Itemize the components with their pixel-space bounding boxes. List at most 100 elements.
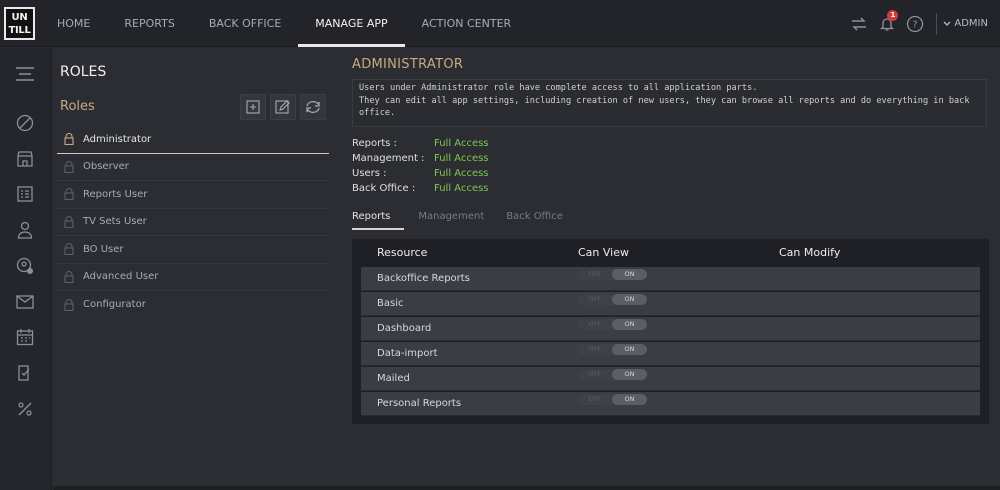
can-view-toggle[interactable]: OFF ON xyxy=(578,294,647,305)
toggle-off: OFF xyxy=(588,320,602,328)
access-value: Full Access xyxy=(434,138,489,149)
menu-icon[interactable] xyxy=(15,64,35,84)
logo-line-1: UN xyxy=(11,12,28,23)
table-row: Data-import OFF ON xyxy=(361,342,980,366)
permission-tabs: Reports Management Back Office xyxy=(352,208,585,230)
toggle-on: ON xyxy=(612,369,647,380)
main-nav: HOME REPORTS BACK OFFICE MANAGE APP ACTI… xyxy=(40,0,528,47)
toggle-off: OFF xyxy=(588,345,602,353)
role-label: Administrator xyxy=(83,133,152,145)
role-item-observer[interactable]: Observer xyxy=(57,154,329,181)
resource-name: Personal Reports xyxy=(377,398,462,409)
calendar-icon[interactable] xyxy=(15,327,35,347)
top-divider xyxy=(936,12,938,35)
role-description: Users under Administrator role have comp… xyxy=(352,79,987,127)
discount-icon[interactable] xyxy=(15,399,35,419)
role-item-administrator[interactable]: Administrator xyxy=(57,126,329,154)
role-item-reports-user[interactable]: Reports User xyxy=(57,181,329,209)
role-label: Configurator xyxy=(83,299,146,311)
table-row: Backoffice Reports OFF ON xyxy=(361,267,980,291)
lock-icon xyxy=(63,160,75,173)
access-value: Full Access xyxy=(434,153,489,164)
untill-logo[interactable]: UN TILL xyxy=(4,7,35,40)
access-key: Reports : xyxy=(352,138,397,149)
role-list: Administrator Observer Reports User TV S… xyxy=(57,126,329,319)
toggle-on: ON xyxy=(612,344,647,355)
transfer-icon[interactable] xyxy=(850,15,868,33)
user-settings-icon[interactable] xyxy=(15,256,35,276)
user-icon[interactable] xyxy=(15,220,35,240)
access-value: Full Access xyxy=(434,183,489,194)
icon-rail xyxy=(0,48,52,490)
table-row: Dashboard OFF ON xyxy=(361,317,980,341)
resource-name: Dashboard xyxy=(377,323,432,334)
header-can-view: Can View xyxy=(578,246,629,259)
bell-icon[interactable]: 1 xyxy=(878,9,899,33)
resource-name: Data-import xyxy=(377,348,438,359)
toggle-off: OFF xyxy=(588,295,602,303)
lock-icon xyxy=(63,243,75,256)
checklist-icon[interactable] xyxy=(15,363,35,383)
header-can-modify: Can Modify xyxy=(779,246,841,259)
user-label: ADMIN xyxy=(954,18,988,29)
top-right-controls: 1 ? ADMIN xyxy=(840,0,988,47)
role-item-tv-sets-user[interactable]: TV Sets User xyxy=(57,209,329,236)
refresh-icon xyxy=(306,101,320,113)
access-summary: Reports : Full Access Management : Full … xyxy=(352,136,489,196)
top-bar: UN TILL HOME REPORTS BACK OFFICE MANAGE … xyxy=(0,0,1000,47)
store-icon[interactable] xyxy=(15,149,35,169)
can-view-toggle[interactable]: OFF ON xyxy=(578,344,647,355)
table-header: Resource Can View Can Modify xyxy=(377,244,977,264)
table-row: Personal Reports OFF ON xyxy=(361,392,980,416)
role-label: BO User xyxy=(83,243,124,255)
edit-icon xyxy=(275,100,290,114)
user-menu[interactable]: ADMIN xyxy=(943,18,988,29)
notification-badge: 1 xyxy=(887,9,899,21)
access-key: Management : xyxy=(352,153,425,164)
access-row-management: Management : Full Access xyxy=(352,151,489,166)
role-item-bo-user[interactable]: BO User xyxy=(57,236,329,264)
role-item-configurator[interactable]: Configurator xyxy=(57,291,329,319)
edit-role-button[interactable] xyxy=(270,94,296,120)
nav-action-center[interactable]: ACTION CENTER xyxy=(405,0,529,47)
toggle-off: OFF xyxy=(588,395,602,403)
compass-icon[interactable] xyxy=(15,113,35,133)
tab-back-office[interactable]: Back Office xyxy=(506,208,563,230)
roles-panel: ROLES Roles Administrator Observer Repor… xyxy=(53,48,338,490)
description-line-1: Users under Administrator role have comp… xyxy=(359,83,758,93)
help-icon[interactable]: ? xyxy=(906,15,924,33)
tab-reports[interactable]: Reports xyxy=(352,208,405,230)
resource-name: Backoffice Reports xyxy=(377,273,470,284)
roles-heading: ROLES xyxy=(60,64,107,80)
description-line-3: office. xyxy=(359,108,396,118)
can-view-toggle[interactable]: OFF ON xyxy=(578,319,647,330)
nav-manage-app[interactable]: MANAGE APP xyxy=(298,0,405,47)
nav-back-office[interactable]: BACK OFFICE xyxy=(192,0,298,47)
can-view-toggle[interactable]: OFF ON xyxy=(578,269,647,280)
tab-management[interactable]: Management xyxy=(418,208,484,230)
add-role-button[interactable] xyxy=(240,94,266,120)
description-line-2: They can edit all app settings, includin… xyxy=(359,95,970,106)
nav-reports[interactable]: REPORTS xyxy=(107,0,191,47)
role-label: Reports User xyxy=(83,188,148,200)
resource-name: Mailed xyxy=(377,373,410,384)
svg-text:?: ? xyxy=(913,19,918,30)
mail-icon[interactable] xyxy=(15,292,35,312)
lock-icon xyxy=(63,133,75,146)
cash-register-icon[interactable] xyxy=(15,184,35,204)
can-view-toggle[interactable]: OFF ON xyxy=(578,369,647,380)
roles-toolbar xyxy=(240,94,330,120)
role-label: Observer xyxy=(83,161,129,173)
nav-home[interactable]: HOME xyxy=(40,0,107,47)
toggle-on: ON xyxy=(612,319,647,330)
toggle-on: ON xyxy=(612,294,647,305)
table-row: Mailed OFF ON xyxy=(361,367,980,391)
can-view-toggle[interactable]: OFF ON xyxy=(578,394,647,405)
header-resource: Resource xyxy=(377,246,428,259)
toggle-off: OFF xyxy=(588,270,602,278)
access-row-reports: Reports : Full Access xyxy=(352,136,489,151)
role-item-advanced-user[interactable]: Advanced User xyxy=(57,264,329,291)
add-icon xyxy=(246,100,260,114)
refresh-roles-button[interactable] xyxy=(300,94,326,120)
role-detail: ADMINISTRATOR Users under Administrator … xyxy=(338,48,1000,490)
